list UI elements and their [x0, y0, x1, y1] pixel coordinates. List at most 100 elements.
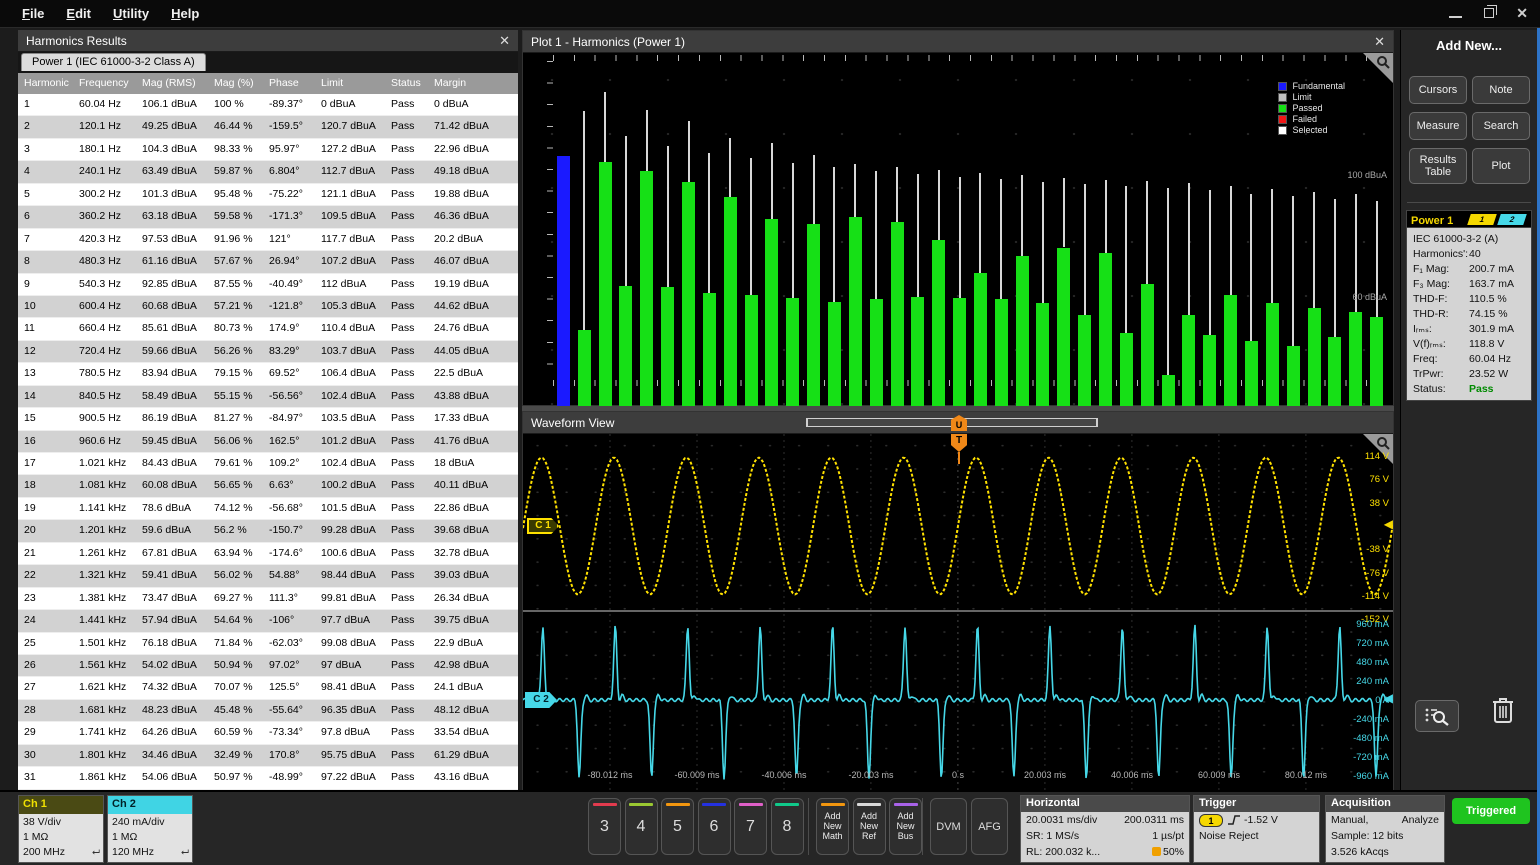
- trash-button[interactable]: [1491, 695, 1515, 730]
- channel5-button[interactable]: 5: [661, 798, 694, 855]
- table-row[interactable]: 5300.2 Hz101.3 dBuA95.48 %-75.22°121.1 d…: [18, 184, 518, 206]
- channel8-button[interactable]: 8: [771, 798, 804, 855]
- channel4-button[interactable]: 4: [625, 798, 658, 855]
- table-row[interactable]: 7420.3 Hz97.53 dBuA91.96 %121°117.7 dBuA…: [18, 229, 518, 251]
- menu-item-utility[interactable]: Utility: [113, 6, 149, 21]
- harmonics-results-titlebar[interactable]: Harmonics Results ✕: [18, 30, 518, 52]
- harmonic-bar[interactable]: [724, 197, 737, 407]
- harmonic-bar[interactable]: [1036, 303, 1049, 407]
- harmonic-bar[interactable]: [849, 217, 862, 407]
- minimize-icon[interactable]: [1449, 16, 1462, 18]
- table-row[interactable]: 12720.4 Hz59.66 dBuA56.26 %83.29°103.7 d…: [18, 341, 518, 363]
- harmonics-chart[interactable]: FundamentalLimitPassedFailedSelected 123…: [523, 53, 1393, 405]
- triggered-status-badge[interactable]: Triggered: [1452, 798, 1530, 824]
- harmonic-bar[interactable]: [557, 156, 570, 407]
- harmonic-bar[interactable]: [703, 293, 716, 407]
- table-row[interactable]: 4240.1 Hz63.49 dBuA59.87 %6.804°112.7 dB…: [18, 161, 518, 183]
- harmonic-bar[interactable]: [682, 182, 695, 407]
- table-row[interactable]: 201.201 kHz59.6 dBuA56.2 %-150.7°99.28 d…: [18, 520, 518, 542]
- harmonic-bar[interactable]: [1370, 317, 1383, 407]
- table-row[interactable]: 241.441 kHz57.94 dBuA54.64 %-106°97.7 dB…: [18, 610, 518, 632]
- harmonic-bar[interactable]: [932, 240, 945, 407]
- results-table-button[interactable]: Results Table: [1409, 148, 1467, 184]
- zoom-overview-button[interactable]: [1415, 700, 1459, 732]
- harmonic-bar[interactable]: [891, 222, 904, 407]
- measure-button[interactable]: Measure: [1409, 112, 1467, 140]
- close-icon[interactable]: ✕: [1516, 6, 1528, 20]
- table-row[interactable]: 311.861 kHz54.06 dBuA50.97 %-48.99°97.22…: [18, 767, 518, 789]
- harmonic-bar[interactable]: [578, 330, 591, 407]
- menu-item-help[interactable]: Help: [171, 6, 199, 21]
- table-row[interactable]: 14840.5 Hz58.49 dBuA55.15 %-56.56°102.4 …: [18, 386, 518, 408]
- table-row[interactable]: 3180.1 Hz104.3 dBuA98.33 %95.97°127.2 dB…: [18, 139, 518, 161]
- note-button[interactable]: Note: [1472, 76, 1530, 104]
- harmonic-bar[interactable]: [1328, 337, 1341, 407]
- power1-results-badge[interactable]: Power 1 1 2 IEC 61000-3-2 (A)Harmonics':…: [1406, 210, 1532, 401]
- harmonic-bar[interactable]: [870, 299, 883, 407]
- table-row[interactable]: 271.621 kHz74.32 dBuA70.07 %125.5°98.41 …: [18, 677, 518, 699]
- harmonic-bar[interactable]: [828, 302, 841, 407]
- table-row[interactable]: 281.681 kHz48.23 dBuA45.48 %-55.64°96.35…: [18, 700, 518, 722]
- table-row[interactable]: 11660.4 Hz85.61 dBuA80.73 %174.9°110.4 d…: [18, 318, 518, 340]
- search-button[interactable]: Search: [1472, 112, 1530, 140]
- table-row[interactable]: 2120.1 Hz49.25 dBuA46.44 %-159.5°120.7 d…: [18, 116, 518, 138]
- harmonic-bar[interactable]: [619, 286, 632, 407]
- table-row[interactable]: 160.04 Hz106.1 dBuA100 %-89.37°0 dBuAPas…: [18, 94, 518, 116]
- table-row[interactable]: 211.261 kHz67.81 dBuA63.94 %-174.6°100.6…: [18, 543, 518, 565]
- waveform-titlebar[interactable]: Waveform View U: [523, 412, 1393, 434]
- harmonic-bar[interactable]: [1016, 256, 1029, 407]
- channel3-button[interactable]: 3: [588, 798, 621, 855]
- acquisition-card[interactable]: Acquisition Manual, Analyze Sample: 12 b…: [1325, 795, 1445, 863]
- table-row[interactable]: 9540.3 Hz92.85 dBuA87.55 %-40.49°112 dBu…: [18, 274, 518, 296]
- table-row[interactable]: 191.141 kHz78.6 dBuA74.12 %-56.68°101.5 …: [18, 498, 518, 520]
- harmonic-bar[interactable]: [953, 298, 966, 407]
- harmonics-table-body[interactable]: 160.04 Hz106.1 dBuA100 %-89.37°0 dBuAPas…: [18, 94, 518, 790]
- power1-badge-header[interactable]: Power 1 1 2: [1406, 210, 1532, 228]
- channel1-card[interactable]: Ch 1 38 V/div 1 MΩ 200 MHz ⮠: [18, 795, 104, 863]
- harmonic-bar[interactable]: [1120, 333, 1133, 407]
- plot-titlebar[interactable]: Plot 1 - Harmonics (Power 1) ✕: [523, 31, 1393, 53]
- harmonic-bar[interactable]: [1057, 248, 1070, 407]
- harmonic-bar[interactable]: [765, 219, 778, 407]
- menu-item-edit[interactable]: Edit: [66, 6, 91, 21]
- table-row[interactable]: 15900.5 Hz86.19 dBuA81.27 %-84.97°103.5 …: [18, 408, 518, 430]
- dvm-button[interactable]: DVM: [930, 798, 967, 855]
- harmonic-bar[interactable]: [1162, 375, 1175, 407]
- harmonic-bar[interactable]: [1141, 284, 1154, 407]
- table-row[interactable]: 261.561 kHz54.02 dBuA50.94 %97.02°97 dBu…: [18, 655, 518, 677]
- table-row[interactable]: 291.741 kHz64.26 dBuA60.59 %-73.34°97.8 …: [18, 722, 518, 744]
- harmonic-bar[interactable]: [640, 171, 653, 407]
- harmonic-bar[interactable]: [995, 299, 1008, 407]
- harmonic-bar[interactable]: [786, 298, 799, 407]
- harmonic-bar[interactable]: [1224, 295, 1237, 407]
- harmonic-bar[interactable]: [599, 162, 612, 407]
- table-row[interactable]: 10600.4 Hz60.68 dBuA57.21 %-121.8°105.3 …: [18, 296, 518, 318]
- tab-power1[interactable]: Power 1 (IEC 61000-3-2 Class A): [21, 53, 206, 71]
- harmonic-bar[interactable]: [1266, 303, 1279, 407]
- table-row[interactable]: 231.381 kHz73.47 dBuA69.27 %111.3°99.81 …: [18, 588, 518, 610]
- harmonic-bar[interactable]: [1287, 346, 1300, 407]
- afg-button[interactable]: AFG: [971, 798, 1008, 855]
- harmonic-bar[interactable]: [1078, 315, 1091, 407]
- harmonic-bar[interactable]: [1203, 335, 1216, 407]
- ch1-ground-marker-icon[interactable]: ◀: [1384, 518, 1393, 530]
- table-row[interactable]: 8480.3 Hz61.16 dBuA57.67 %26.94°107.2 dB…: [18, 251, 518, 273]
- table-row[interactable]: 13780.5 Hz83.94 dBuA79.15 %69.52°106.4 d…: [18, 363, 518, 385]
- channel7-button[interactable]: 7: [734, 798, 767, 855]
- harmonic-bar[interactable]: [974, 273, 987, 407]
- harmonic-bar[interactable]: [661, 287, 674, 407]
- close-icon[interactable]: ✕: [1374, 31, 1385, 53]
- table-row[interactable]: 221.321 kHz59.41 dBuA56.02 %54.88°98.44 …: [18, 565, 518, 587]
- restore-icon[interactable]: [1484, 8, 1494, 18]
- table-row[interactable]: 6360.2 Hz63.18 dBuA59.58 %-171.3°109.5 d…: [18, 206, 518, 228]
- harmonic-bar[interactable]: [1308, 308, 1321, 407]
- add-new-math-button[interactable]: AddNewMath: [816, 798, 849, 855]
- table-row[interactable]: 251.501 kHz76.18 dBuA71.84 %-62.03°99.08…: [18, 633, 518, 655]
- table-row[interactable]: 16960.6 Hz59.45 dBuA56.06 %162.5°101.2 d…: [18, 431, 518, 453]
- channel2-card[interactable]: Ch 2 240 mA/div 1 MΩ 120 MHz ⮠: [107, 795, 193, 863]
- harmonic-bar[interactable]: [1099, 253, 1112, 407]
- plot-zoom-corner-icon[interactable]: [1363, 53, 1393, 83]
- table-row[interactable]: 301.801 kHz34.46 dBuA32.49 %170.8°95.75 …: [18, 745, 518, 767]
- close-icon[interactable]: ✕: [499, 30, 510, 52]
- menu-item-file[interactable]: File: [22, 6, 44, 21]
